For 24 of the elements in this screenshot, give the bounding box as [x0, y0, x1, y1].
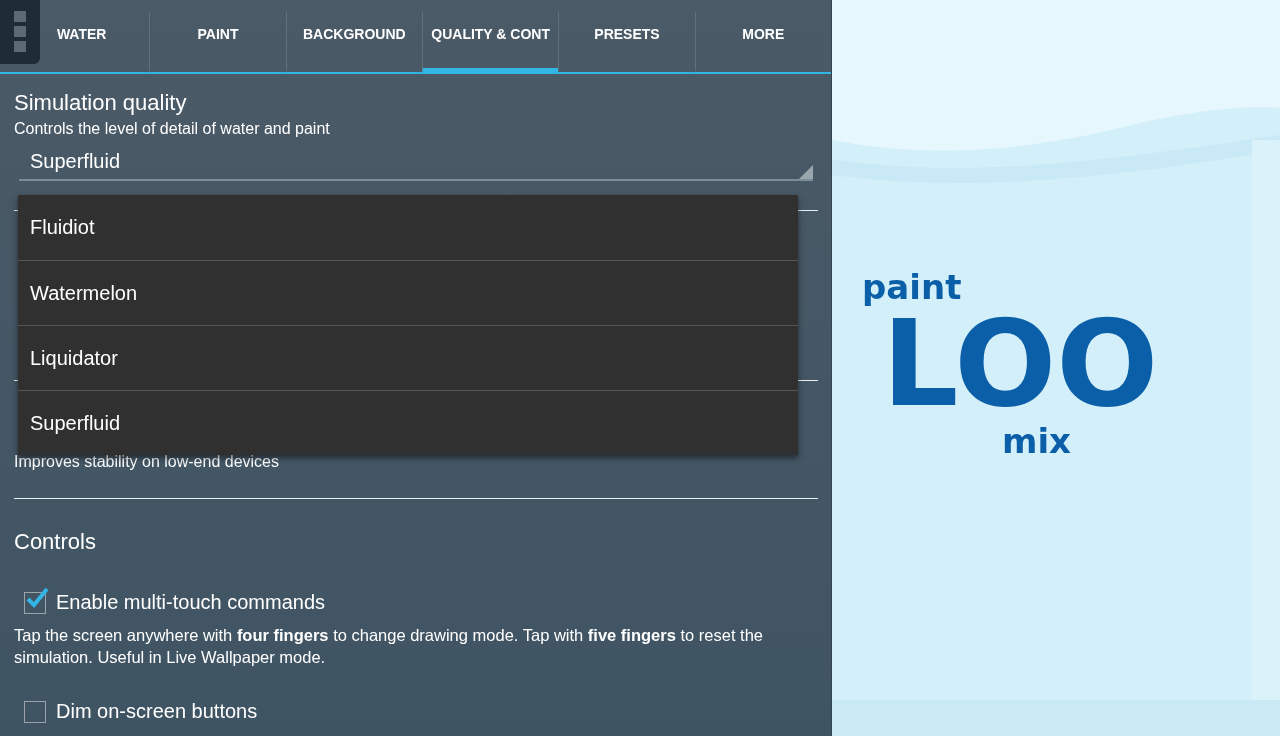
dropdown-item[interactable]: Liquidator — [18, 325, 798, 390]
section-title: Simulation quality — [14, 90, 188, 116]
logo-text: LOO — [882, 304, 1159, 424]
logo-text: mix — [1002, 424, 1072, 458]
section-title: Controls — [14, 529, 97, 555]
dropdown-item[interactable]: Superfluid — [18, 390, 798, 455]
setting-description: Improves stability on low-end devices — [14, 453, 280, 471]
dropdown-item[interactable]: Fluidiot — [18, 195, 798, 260]
tab[interactable]: PAINT — [149, 12, 286, 74]
tab[interactable]: BACKGROUND — [285, 12, 422, 74]
menu-icon — [14, 11, 26, 53]
dropdown-item[interactable]: Watermelon — [18, 260, 798, 325]
spinner-corner-icon — [799, 165, 813, 179]
tab[interactable]: QUALITY & CONT — [422, 12, 559, 74]
tab[interactable]: PRESETS — [558, 12, 695, 74]
overflow-menu-button[interactable] — [0, 0, 40, 64]
tab[interactable]: MORE — [694, 12, 831, 74]
logo-text: paint — [862, 270, 963, 304]
checkbox[interactable] — [24, 700, 46, 723]
section-subtitle: Controls the level of detail of water and paint — [14, 120, 331, 138]
setting-description: Tap the screen anywhere with four fingers to change drawing mode. Tap with five fingers to reset the simulation. Useful in Live Wallpaper mode. — [14, 625, 764, 668]
checkbox-label: Dim on-screen buttons — [56, 700, 258, 723]
checkbox-label: Enable multi-touch commands — [56, 591, 325, 614]
quality-spinner[interactable]: Superfluid — [19, 146, 813, 181]
